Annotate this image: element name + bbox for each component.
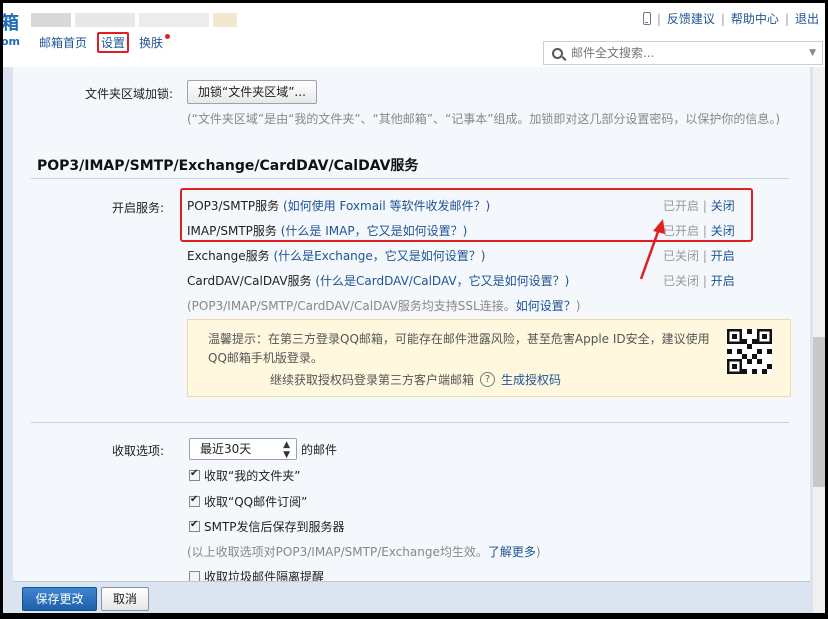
search-box[interactable]: ▼ [543,41,823,65]
fetch-option[interactable]: 收取“QQ邮件订阅” [189,493,307,510]
qr-code-icon [727,329,772,374]
service-exchange-state: 已关闭 | 开启 [663,249,735,263]
mobile-phone-icon[interactable] [642,12,651,25]
generate-auth-code-link[interactable]: 生成授权码 [501,371,561,388]
divider [31,178,789,179]
carddav-open-link[interactable]: 开启 [711,274,735,288]
top-links: | 反馈建议 | 帮助中心 | 退出 [642,10,819,27]
exchange-open-link[interactable]: 开启 [711,249,735,263]
save-button[interactable]: 保存更改 [22,587,97,611]
search-input[interactable] [571,46,801,60]
service-carddav: CardDAV/CalDAV服务 (什么是CardDAV/CalDAV，它又是如… [187,274,570,288]
header: 箱om 邮箱首页 设置 换肤 | 反馈建议 | 帮助中心 | 退出 ▼ [3,3,825,67]
checkbox-checked[interactable] [189,494,200,507]
action-bar: 保存更改 取消 [13,581,810,613]
chevron-down-icon[interactable]: ▼ [809,48,816,58]
fetch-note: (以上收取选项对POP3/IMAP/SMTP/Exchange均生效。了解更多) [187,545,541,559]
folder-lock-label: 文件夹区域加锁: [84,87,173,101]
blurred-account [213,13,237,27]
tip-box: 温馨提示：在第三方登录QQ邮箱，可能存在邮件泄露风险，甚至危害Apple ID安… [187,319,791,397]
fetch-range-select[interactable]: 最近30天 ▲ ▼ [189,438,297,460]
tip-auth-row: 继续获取授权码登录第三方客户端邮箱 ? 生成授权码 [270,371,562,388]
service-carddav-state: 已关闭 | 开启 [663,274,735,288]
app-window: 箱om 邮箱首页 设置 换肤 | 反馈建议 | 帮助中心 | 退出 ▼ 文件夹区… [3,3,825,613]
blurred-account [139,13,209,27]
annotation-arrow-icon [639,219,665,280]
search-icon [552,47,563,59]
cancel-button[interactable]: 取消 [101,587,149,611]
learn-more-link[interactable]: 了解更多 [488,545,536,559]
fetch-label: 收取选项: [111,444,164,458]
tip-text: 温馨提示：在第三方登录QQ邮箱，可能存在邮件泄露风险，甚至危害Apple ID安… [208,332,710,365]
logout-link[interactable]: 退出 [795,10,819,27]
nav-home[interactable]: 邮箱首页 [39,34,87,53]
ssl-note: (POP3/IMAP/SMTP/CardDAV/CalDAV服务均支持SSL连接… [187,299,581,313]
scrollbar-thumb[interactable] [813,337,825,487]
service-help-link[interactable]: (什么是CardDAV/CalDAV，它又是如何设置？) [315,274,569,288]
services-label: 开启服务: [111,201,164,215]
help-link[interactable]: 帮助中心 [731,10,779,27]
divider [31,422,789,423]
settings-panel: 文件夹区域加锁: 加锁“文件夹区域”... (“文件夹区域”是由“我的文件夹”、… [13,67,810,613]
nav-skin[interactable]: 换肤 [139,34,171,53]
scrollbar[interactable] [813,67,825,613]
folder-lock-note: (“文件夹区域”是由“我的文件夹”、“其他邮箱”、“记事本”组成。加锁即对这几部… [187,112,781,126]
folder-lock-button[interactable]: 加锁“文件夹区域”... [187,80,317,104]
blurred-account [75,13,135,27]
ssl-help-link[interactable]: 如何设置？ [516,299,576,313]
feedback-link[interactable]: 反馈建议 [667,10,715,27]
new-dot-icon [165,34,171,39]
blurred-account [31,13,71,27]
help-circle-icon[interactable]: ? [480,372,496,387]
service-exchange: Exchange服务 (什么是Exchange，它又是如何设置？) [187,249,486,263]
logo[interactable]: 箱 om [3,15,20,49]
nav-settings[interactable]: 设置 [97,32,130,53]
fetch-select-suffix: 的邮件 [301,443,338,457]
main-area: 文件夹区域加锁: 加锁“文件夹区域”... (“文件夹区域”是由“我的文件夹”、… [3,67,825,613]
section-title: POP3/IMAP/SMTP/Exchange/CardDAV/CalDAV服务 [37,158,419,174]
top-nav: 邮箱首页 设置 换肤 [39,32,171,53]
fetch-option[interactable]: 收取“我的文件夹” [189,467,300,484]
checkbox-checked[interactable] [189,468,200,481]
select-arrows-icon: ▲ ▼ [283,440,290,460]
fetch-option[interactable]: SMTP发信后保存到服务器 [189,518,345,535]
checkbox-checked[interactable] [189,519,200,532]
service-help-link[interactable]: (什么是Exchange，它又是如何设置？) [273,249,485,263]
